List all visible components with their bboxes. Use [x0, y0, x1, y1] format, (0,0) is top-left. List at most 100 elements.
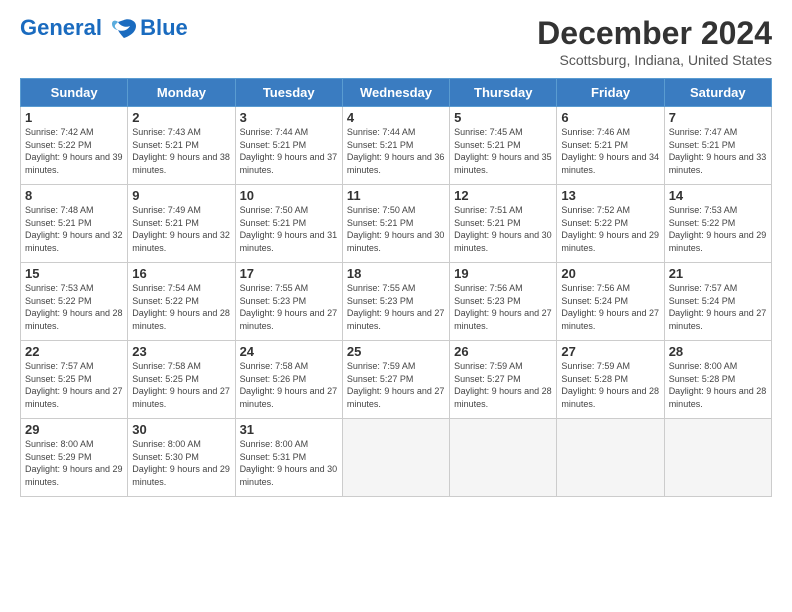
table-row: 22 Sunrise: 7:57 AMSunset: 5:25 PMDaylig…: [21, 341, 128, 419]
day-number: 15: [25, 266, 123, 281]
table-row: 4 Sunrise: 7:44 AMSunset: 5:21 PMDayligh…: [342, 107, 449, 185]
table-row: 25 Sunrise: 7:59 AMSunset: 5:27 PMDaylig…: [342, 341, 449, 419]
day-info: Sunrise: 7:50 AMSunset: 5:21 PMDaylight:…: [347, 205, 445, 253]
day-number: 7: [669, 110, 767, 125]
calendar-week-row: 29 Sunrise: 8:00 AMSunset: 5:29 PMDaylig…: [21, 419, 772, 497]
table-row: 11 Sunrise: 7:50 AMSunset: 5:21 PMDaylig…: [342, 185, 449, 263]
day-info: Sunrise: 7:44 AMSunset: 5:21 PMDaylight:…: [347, 127, 445, 175]
day-number: 21: [669, 266, 767, 281]
col-thursday: Thursday: [450, 79, 557, 107]
table-row: [342, 419, 449, 497]
logo-text-blue: Blue: [140, 15, 188, 41]
day-number: 18: [347, 266, 445, 281]
calendar-week-row: 22 Sunrise: 7:57 AMSunset: 5:25 PMDaylig…: [21, 341, 772, 419]
day-number: 1: [25, 110, 123, 125]
table-row: 14 Sunrise: 7:53 AMSunset: 5:22 PMDaylig…: [664, 185, 771, 263]
day-info: Sunrise: 7:53 AMSunset: 5:22 PMDaylight:…: [669, 205, 767, 253]
table-row: 5 Sunrise: 7:45 AMSunset: 5:21 PMDayligh…: [450, 107, 557, 185]
table-row: 24 Sunrise: 7:58 AMSunset: 5:26 PMDaylig…: [235, 341, 342, 419]
day-number: 31: [240, 422, 338, 437]
logo-bird-icon: [110, 18, 138, 40]
table-row: 28 Sunrise: 8:00 AMSunset: 5:28 PMDaylig…: [664, 341, 771, 419]
table-row: [664, 419, 771, 497]
day-number: 23: [132, 344, 230, 359]
day-info: Sunrise: 8:00 AMSunset: 5:30 PMDaylight:…: [132, 439, 230, 487]
location-text: Scottsburg, Indiana, United States: [537, 52, 772, 68]
day-number: 25: [347, 344, 445, 359]
day-number: 8: [25, 188, 123, 203]
page-container: General Blue December 2024 Scottsburg, I…: [0, 0, 792, 507]
day-info: Sunrise: 7:45 AMSunset: 5:21 PMDaylight:…: [454, 127, 552, 175]
day-number: 27: [561, 344, 659, 359]
table-row: 18 Sunrise: 7:55 AMSunset: 5:23 PMDaylig…: [342, 263, 449, 341]
day-info: Sunrise: 7:46 AMSunset: 5:21 PMDaylight:…: [561, 127, 659, 175]
day-number: 2: [132, 110, 230, 125]
table-row: 12 Sunrise: 7:51 AMSunset: 5:21 PMDaylig…: [450, 185, 557, 263]
day-number: 13: [561, 188, 659, 203]
calendar-week-row: 8 Sunrise: 7:48 AMSunset: 5:21 PMDayligh…: [21, 185, 772, 263]
day-info: Sunrise: 7:47 AMSunset: 5:21 PMDaylight:…: [669, 127, 767, 175]
day-number: 19: [454, 266, 552, 281]
table-row: 26 Sunrise: 7:59 AMSunset: 5:27 PMDaylig…: [450, 341, 557, 419]
table-row: [450, 419, 557, 497]
day-number: 5: [454, 110, 552, 125]
day-info: Sunrise: 7:55 AMSunset: 5:23 PMDaylight:…: [240, 283, 338, 331]
day-info: Sunrise: 7:48 AMSunset: 5:21 PMDaylight:…: [25, 205, 123, 253]
col-tuesday: Tuesday: [235, 79, 342, 107]
day-info: Sunrise: 7:43 AMSunset: 5:21 PMDaylight:…: [132, 127, 230, 175]
month-title: December 2024: [537, 15, 772, 52]
table-row: 17 Sunrise: 7:55 AMSunset: 5:23 PMDaylig…: [235, 263, 342, 341]
table-row: 19 Sunrise: 7:56 AMSunset: 5:23 PMDaylig…: [450, 263, 557, 341]
logo: General Blue: [20, 15, 188, 41]
day-info: Sunrise: 7:52 AMSunset: 5:22 PMDaylight:…: [561, 205, 659, 253]
day-info: Sunrise: 8:00 AMSunset: 5:28 PMDaylight:…: [669, 361, 767, 409]
day-number: 10: [240, 188, 338, 203]
day-info: Sunrise: 7:55 AMSunset: 5:23 PMDaylight:…: [347, 283, 445, 331]
table-row: 15 Sunrise: 7:53 AMSunset: 5:22 PMDaylig…: [21, 263, 128, 341]
calendar-week-row: 15 Sunrise: 7:53 AMSunset: 5:22 PMDaylig…: [21, 263, 772, 341]
day-info: Sunrise: 7:58 AMSunset: 5:25 PMDaylight:…: [132, 361, 230, 409]
day-number: 16: [132, 266, 230, 281]
table-row: 21 Sunrise: 7:57 AMSunset: 5:24 PMDaylig…: [664, 263, 771, 341]
table-row: 27 Sunrise: 7:59 AMSunset: 5:28 PMDaylig…: [557, 341, 664, 419]
day-number: 24: [240, 344, 338, 359]
day-info: Sunrise: 7:58 AMSunset: 5:26 PMDaylight:…: [240, 361, 338, 409]
table-row: 6 Sunrise: 7:46 AMSunset: 5:21 PMDayligh…: [557, 107, 664, 185]
day-info: Sunrise: 7:44 AMSunset: 5:21 PMDaylight:…: [240, 127, 338, 175]
col-sunday: Sunday: [21, 79, 128, 107]
day-info: Sunrise: 7:57 AMSunset: 5:25 PMDaylight:…: [25, 361, 123, 409]
day-info: Sunrise: 7:56 AMSunset: 5:23 PMDaylight:…: [454, 283, 552, 331]
day-number: 29: [25, 422, 123, 437]
day-number: 4: [347, 110, 445, 125]
day-number: 20: [561, 266, 659, 281]
day-info: Sunrise: 7:49 AMSunset: 5:21 PMDaylight:…: [132, 205, 230, 253]
day-number: 30: [132, 422, 230, 437]
table-row: 31 Sunrise: 8:00 AMSunset: 5:31 PMDaylig…: [235, 419, 342, 497]
table-row: 8 Sunrise: 7:48 AMSunset: 5:21 PMDayligh…: [21, 185, 128, 263]
day-number: 26: [454, 344, 552, 359]
col-monday: Monday: [128, 79, 235, 107]
title-block: December 2024 Scottsburg, Indiana, Unite…: [537, 15, 772, 68]
day-info: Sunrise: 7:50 AMSunset: 5:21 PMDaylight:…: [240, 205, 338, 253]
day-number: 12: [454, 188, 552, 203]
day-info: Sunrise: 7:59 AMSunset: 5:27 PMDaylight:…: [454, 361, 552, 409]
day-number: 6: [561, 110, 659, 125]
table-row: 3 Sunrise: 7:44 AMSunset: 5:21 PMDayligh…: [235, 107, 342, 185]
day-info: Sunrise: 7:53 AMSunset: 5:22 PMDaylight:…: [25, 283, 123, 331]
day-info: Sunrise: 7:59 AMSunset: 5:28 PMDaylight:…: [561, 361, 659, 409]
table-row: 30 Sunrise: 8:00 AMSunset: 5:30 PMDaylig…: [128, 419, 235, 497]
day-info: Sunrise: 7:59 AMSunset: 5:27 PMDaylight:…: [347, 361, 445, 409]
day-info: Sunrise: 7:42 AMSunset: 5:22 PMDaylight:…: [25, 127, 123, 175]
col-wednesday: Wednesday: [342, 79, 449, 107]
calendar-week-row: 1 Sunrise: 7:42 AMSunset: 5:22 PMDayligh…: [21, 107, 772, 185]
day-number: 14: [669, 188, 767, 203]
col-friday: Friday: [557, 79, 664, 107]
day-info: Sunrise: 8:00 AMSunset: 5:29 PMDaylight:…: [25, 439, 123, 487]
table-row: 9 Sunrise: 7:49 AMSunset: 5:21 PMDayligh…: [128, 185, 235, 263]
table-row: [557, 419, 664, 497]
day-info: Sunrise: 8:00 AMSunset: 5:31 PMDaylight:…: [240, 439, 338, 487]
day-number: 17: [240, 266, 338, 281]
col-saturday: Saturday: [664, 79, 771, 107]
table-row: 2 Sunrise: 7:43 AMSunset: 5:21 PMDayligh…: [128, 107, 235, 185]
day-number: 9: [132, 188, 230, 203]
